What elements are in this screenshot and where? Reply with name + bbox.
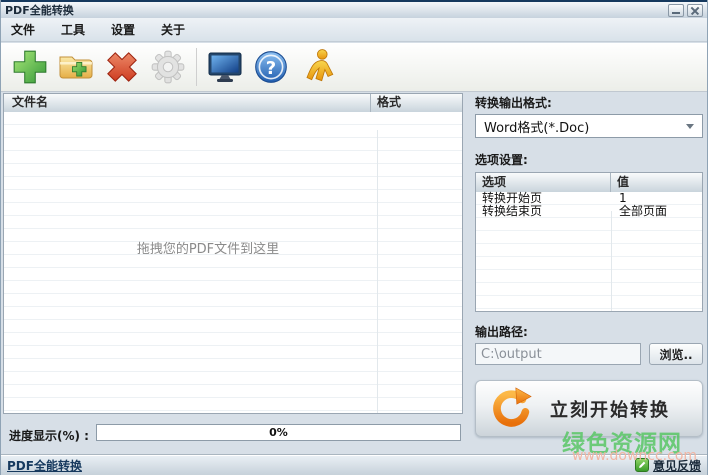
app-window: PDF全能转换 文件 工具 设置 关于: [0, 0, 708, 475]
option-row-end-page[interactable]: 转换结束页 全部页面: [476, 205, 702, 218]
minimize-icon: [672, 12, 680, 14]
column-header-format[interactable]: 格式: [371, 94, 462, 112]
settings-button[interactable]: [145, 45, 191, 89]
close-button[interactable]: [687, 4, 703, 17]
title-bar: PDF全能转换: [1, 0, 707, 18]
menu-file[interactable]: 文件: [11, 21, 35, 38]
settings-gear-icon: [149, 48, 187, 86]
runner-button[interactable]: [294, 45, 340, 89]
svg-text:?: ?: [266, 58, 276, 79]
output-path-input[interactable]: [475, 343, 641, 365]
start-convert-button[interactable]: 立刻开始转换: [475, 380, 703, 437]
refresh-icon: [488, 386, 534, 432]
browse-button-label: 浏览..: [659, 346, 692, 363]
add-folder-button[interactable]: [53, 45, 99, 89]
file-list-header: 文件名 格式: [4, 94, 462, 113]
column-header-option[interactable]: 选项: [476, 173, 611, 192]
help-icon: ?: [252, 48, 290, 86]
toolbar-separator: [196, 48, 197, 86]
file-drop-zone[interactable]: 拖拽您的PDF文件到这里: [4, 112, 462, 413]
progress-label: 进度显示(%) :: [9, 427, 89, 444]
chevron-down-icon: [686, 124, 694, 129]
pencil-icon: [635, 458, 649, 472]
monitor-icon: [205, 48, 245, 86]
minimize-button[interactable]: [668, 4, 684, 17]
window-title: PDF全能转换: [5, 2, 74, 18]
menu-bar: 文件 工具 设置 关于: [1, 18, 707, 42]
menu-about[interactable]: 关于: [161, 21, 185, 38]
app-homepage-link[interactable]: PDF全能转换: [7, 457, 82, 474]
option-name: 转换结束页: [476, 205, 611, 218]
output-format-select[interactable]: Word格式(*.Doc): [475, 114, 703, 138]
column-header-filename[interactable]: 文件名: [4, 94, 371, 112]
close-icon: [688, 5, 702, 16]
remove-file-icon: [103, 48, 141, 86]
browse-button[interactable]: 浏览..: [649, 343, 703, 365]
output-path-label: 输出路径:: [475, 323, 528, 340]
drop-hint-text: 拖拽您的PDF文件到这里: [4, 238, 412, 257]
options-table-body: 转换开始页 1 转换结束页 全部页面: [476, 192, 702, 311]
column-header-value[interactable]: 值: [611, 173, 702, 192]
add-file-icon: [11, 48, 49, 86]
progress-bar: 0%: [96, 424, 461, 441]
options-label: 选项设置:: [475, 151, 528, 168]
output-format-value: Word格式(*.Doc): [484, 117, 589, 136]
progress-value: 0%: [97, 425, 460, 440]
menu-settings[interactable]: 设置: [111, 21, 135, 38]
add-folder-icon: [56, 48, 96, 86]
feedback-link[interactable]: 意见反馈: [653, 457, 701, 474]
column-divider: [377, 130, 378, 413]
file-list-panel: 文件名 格式 拖拽您的PDF文件到这里: [3, 93, 463, 414]
options-table: 选项 值 转换开始页 1 转换结束页 全部页面: [475, 172, 703, 312]
monitor-button[interactable]: [202, 45, 248, 89]
settings-panel: 转换输出格式: Word格式(*.Doc) 选项设置: 选项 值 转换开始页 1…: [471, 93, 707, 445]
window-controls: [668, 4, 703, 17]
status-bar: PDF全能转换 意见反馈: [1, 454, 707, 475]
start-convert-label: 立刻开始转换: [550, 396, 670, 422]
menu-tools[interactable]: 工具: [61, 21, 85, 38]
add-file-button[interactable]: [7, 45, 53, 89]
options-column-divider: [611, 211, 612, 311]
runner-icon: [298, 47, 336, 87]
feedback-group[interactable]: 意见反馈: [635, 457, 701, 474]
toolbar: ?: [1, 43, 707, 92]
option-value[interactable]: 全部页面: [611, 205, 702, 218]
options-table-header: 选项 值: [476, 173, 702, 193]
help-button[interactable]: ?: [248, 45, 294, 89]
output-format-label: 转换输出格式:: [475, 94, 552, 111]
remove-file-button[interactable]: [99, 45, 145, 89]
